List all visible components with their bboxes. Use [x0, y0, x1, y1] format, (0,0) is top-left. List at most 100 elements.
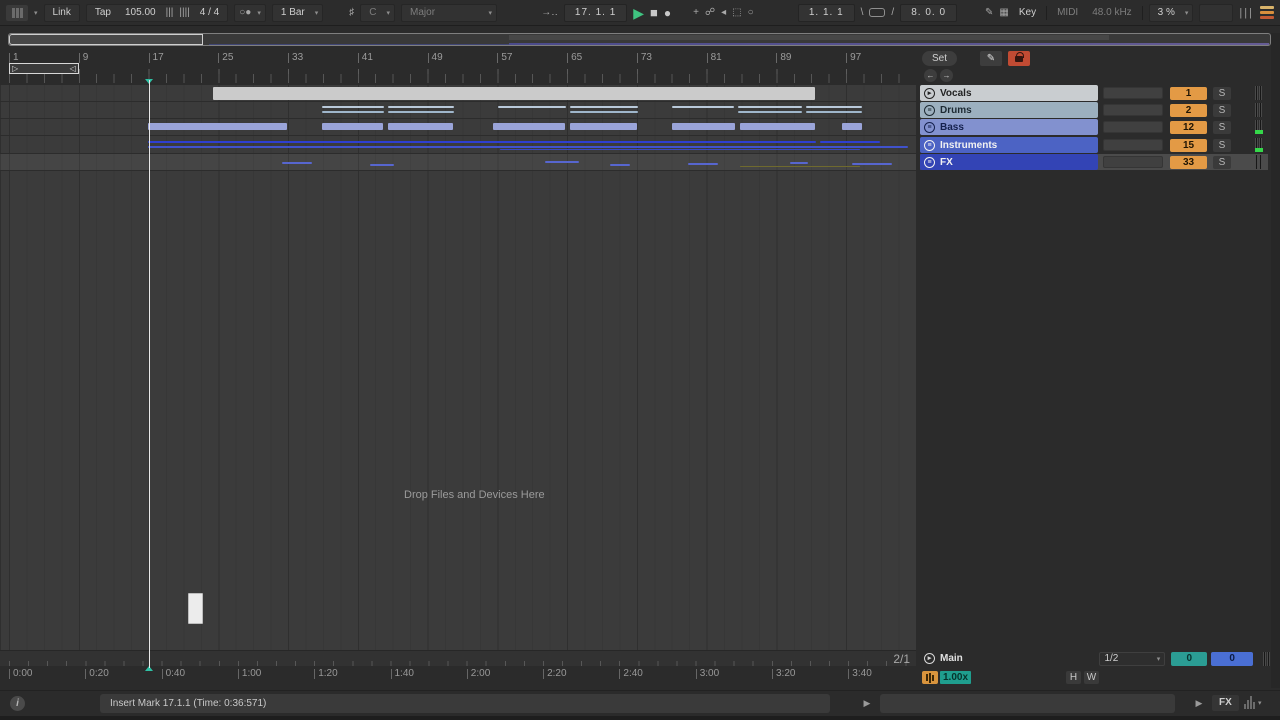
capture-midi-button[interactable]: ☍	[705, 7, 715, 18]
stop-button[interactable]: ■	[650, 6, 658, 19]
clip-segment[interactable]	[148, 146, 908, 148]
play-button[interactable]: ▶	[633, 6, 644, 20]
clip-segment[interactable]	[740, 123, 815, 130]
clip-segment[interactable]	[370, 164, 394, 166]
main-track-name[interactable]: ▸ Main	[920, 651, 1097, 667]
group-lines-icon[interactable]: ≡	[924, 156, 935, 168]
session-record-button[interactable]: ○	[748, 7, 754, 18]
draw-mode-pencil-icon[interactable]: ✎	[985, 7, 993, 18]
clip-segment[interactable]	[148, 123, 287, 130]
optimize-height-button[interactable]: H	[1066, 671, 1081, 684]
clip-segment[interactable]	[610, 164, 630, 166]
clip-segment[interactable]	[493, 123, 565, 130]
right-scroll-strip[interactable]	[1271, 33, 1280, 688]
metronome-icon[interactable]: ○●	[239, 7, 251, 18]
track-control-chooser[interactable]	[1103, 104, 1163, 116]
optimize-width-button[interactable]: W	[1084, 671, 1099, 684]
track-name-bass[interactable]: ≡ Bass	[920, 119, 1098, 135]
clip-segment[interactable]	[672, 123, 735, 130]
track-activator-button[interactable]: 2	[1170, 103, 1207, 117]
preview-play-button[interactable]: ▶	[860, 697, 874, 710]
playback-speed-icon[interactable]	[922, 671, 938, 684]
main-pan-control[interactable]: 0	[1171, 651, 1208, 666]
time-signature-field[interactable]: 4 / 4	[196, 7, 223, 18]
clip-segment[interactable]	[806, 111, 862, 113]
loop-start-field[interactable]: 1. 1. 1	[797, 3, 855, 22]
group-lines-icon[interactable]: ≡	[924, 121, 935, 133]
automation-lock-button[interactable]	[1008, 51, 1030, 66]
next-locator-button[interactable]: →	[940, 69, 953, 82]
track-name-fx[interactable]: ≡ FX	[920, 154, 1098, 170]
meter-display-icon[interactable]	[1244, 696, 1255, 709]
tempo-field[interactable]: 105.00	[121, 7, 160, 18]
clip-segment[interactable]	[852, 163, 892, 165]
fx-button[interactable]: FX	[1212, 695, 1239, 711]
arrangement-overview[interactable]	[8, 33, 1271, 46]
overdub-button[interactable]: +	[693, 7, 699, 18]
floating-clip-box[interactable]	[188, 593, 203, 624]
punch-out-button[interactable]: /	[891, 7, 894, 18]
draw-region-button[interactable]: ⬚	[732, 7, 741, 18]
overview-view-region[interactable]	[9, 34, 203, 45]
tap-tempo-button[interactable]: Tap	[91, 7, 115, 18]
arrangement-loop-brace[interactable]: ▷ ◁	[9, 63, 79, 74]
quantize-caret-icon[interactable]: ▾	[315, 9, 319, 17]
clip-segment[interactable]	[738, 111, 802, 113]
track-control-chooser[interactable]	[1103, 156, 1163, 168]
punch-in-button[interactable]: \	[861, 7, 864, 18]
clip-segment[interactable]	[570, 111, 638, 113]
solo-button[interactable]: S	[1213, 103, 1231, 117]
track-activator-button[interactable]: 1	[1170, 86, 1207, 100]
clip-segment[interactable]	[545, 161, 579, 163]
info-icon[interactable]: i	[10, 696, 25, 711]
track-lane-fx[interactable]	[0, 154, 916, 171]
clip-segment[interactable]	[740, 166, 860, 167]
follow-icon[interactable]: →‥	[541, 7, 558, 18]
track-name-drums[interactable]: ≡ Drums	[920, 102, 1098, 118]
clip-segment[interactable]	[790, 162, 808, 164]
link-button[interactable]: Link	[49, 7, 75, 18]
nudge-up-icon[interactable]: ||||	[179, 7, 189, 18]
computer-midi-keyboard-icon[interactable]: ▦	[999, 7, 1008, 18]
clip-segment[interactable]	[322, 106, 384, 108]
clip-segment[interactable]	[500, 149, 860, 150]
set-locator-button[interactable]: Set	[922, 51, 958, 66]
solo-button[interactable]: S	[1213, 138, 1231, 152]
track-name-instruments[interactable]: ≡ Instruments	[920, 137, 1098, 153]
midi-map-button[interactable]: MIDI	[1053, 7, 1082, 18]
bar-ruler[interactable]: 1 9 17 25 33 41 49 57 65 73 81 89 97 ▷ ◁	[0, 50, 916, 85]
arrangement-area[interactable]: Drop Files and Devices Here	[0, 85, 916, 650]
track-control-chooser[interactable]	[1103, 121, 1163, 133]
loop-length-field[interactable]: 8. 0. 0	[900, 3, 958, 22]
meter-display-caret-icon[interactable]: ▾	[1258, 699, 1262, 707]
track-activator-button[interactable]: 12	[1170, 120, 1207, 134]
main-routing-select[interactable]: 1/2 ▾	[1099, 651, 1166, 666]
clip-segment[interactable]	[148, 141, 816, 143]
clip-segment[interactable]	[388, 106, 454, 108]
track-control-chooser[interactable]	[1103, 139, 1163, 151]
clip-segment[interactable]	[388, 123, 453, 130]
loop-switch[interactable]	[869, 8, 886, 17]
app-menu-icon[interactable]	[6, 4, 28, 21]
clip-segment[interactable]	[842, 123, 862, 130]
key-scale-field[interactable]: Major	[406, 7, 439, 18]
quantize-menu[interactable]: 1 Bar	[277, 7, 309, 18]
clip-segment[interactable]	[570, 123, 637, 130]
metronome-caret-icon[interactable]: ▾	[257, 9, 261, 17]
track-control-chooser[interactable]	[1103, 87, 1163, 99]
solo-button[interactable]: S	[1213, 120, 1231, 134]
playback-speed-value[interactable]: 1.00x	[940, 671, 972, 684]
clip-segment[interactable]	[570, 106, 638, 108]
clip-segment[interactable]	[806, 106, 862, 108]
track-name-vocals[interactable]: ▸ Vocals	[920, 85, 1098, 101]
scale-icon[interactable]: ♯	[349, 7, 354, 18]
track-activator-button[interactable]: 15	[1170, 138, 1207, 152]
clip-segment[interactable]	[498, 106, 566, 108]
time-signature-marker[interactable]: 2/1	[893, 652, 910, 666]
push-status-icon[interactable]	[1260, 6, 1274, 19]
group-lines-icon[interactable]: ≡	[924, 139, 935, 151]
clip-segment[interactable]	[322, 111, 384, 113]
clip-segment[interactable]	[672, 106, 734, 108]
arrangement-position-field[interactable]: 17. 1. 1	[563, 3, 628, 22]
cpu-meter[interactable]: 3 %	[1154, 7, 1179, 18]
